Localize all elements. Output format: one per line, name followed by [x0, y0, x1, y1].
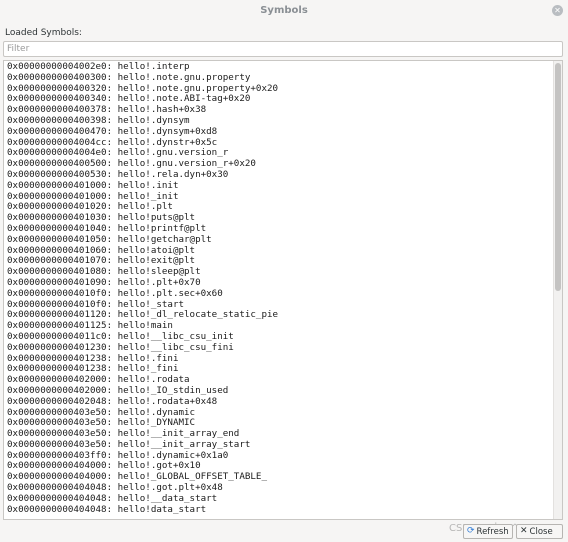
scrollbar-thumb[interactable]	[555, 63, 561, 291]
symbols-rows: 0x00000000004002e0: hello!.interp 0x00000…	[7, 61, 552, 516]
filter-input[interactable]	[3, 41, 563, 57]
close-icon: ✕	[520, 526, 528, 536]
refresh-icon: ⟳	[467, 526, 475, 536]
symbol-row[interactable]: 0x0000000000402048: hello!.rodata+0x48	[7, 396, 552, 408]
symbol-row[interactable]: 0x0000000000401050: hello!getchar@plt	[7, 234, 552, 246]
symbol-row[interactable]: 0x0000000000404048: hello!data_start	[7, 504, 552, 516]
loaded-symbols-label: Loaded Symbols:	[5, 28, 82, 38]
symbol-row[interactable]: 0x00000000004010f0: hello!.plt.sec+0x60	[7, 288, 552, 300]
close-button[interactable]: ✕ Close	[516, 524, 563, 539]
window-title: Symbols	[260, 5, 308, 16]
symbol-row[interactable]: 0x0000000000400470: hello!.dynsym+0xd8	[7, 126, 552, 138]
window-close-icon[interactable]: ✕	[552, 5, 563, 16]
close-label: Close	[529, 526, 553, 537]
symbol-row[interactable]: 0x0000000000400300: hello!.note.gnu.prop…	[7, 72, 552, 84]
vertical-scrollbar[interactable]	[553, 61, 562, 519]
refresh-label: Refresh	[476, 526, 509, 537]
symbol-row[interactable]: 0x0000000000401000: hello!.init	[7, 180, 552, 192]
window-titlebar: Symbols ✕	[0, 0, 568, 22]
symbols-list[interactable]: 0x00000000004002e0: hello!.interp 0x00000…	[3, 60, 563, 520]
symbol-row[interactable]: 0x0000000000401230: hello!__libc_csu_fin…	[7, 342, 552, 354]
refresh-button[interactable]: ⟳ Refresh	[463, 524, 513, 539]
